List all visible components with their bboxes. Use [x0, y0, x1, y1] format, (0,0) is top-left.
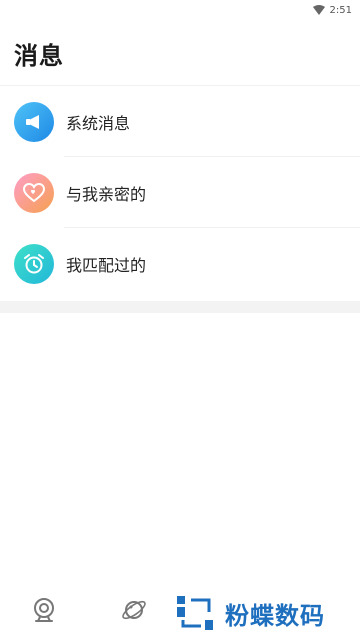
watermark: 粉蝶数码	[175, 594, 325, 632]
planet-icon[interactable]	[120, 596, 148, 624]
list-item-intimate[interactable]: 与我亲密的	[0, 157, 360, 228]
heart-icon	[14, 172, 54, 213]
wifi-icon	[312, 5, 325, 15]
section-gap	[0, 301, 360, 313]
list-item-label: 与我亲密的	[66, 184, 147, 204]
status-time: 2:51	[329, 4, 352, 16]
watermark-text: 粉蝶数码	[225, 601, 325, 630]
camera-icon[interactable]	[30, 596, 58, 624]
list-item-label: 系统消息	[66, 113, 131, 133]
message-list: 系统消息 与我亲密的 我匹配过的	[0, 86, 360, 299]
list-item-matched[interactable]: 我匹配过的	[0, 228, 360, 299]
watermark-logo	[177, 596, 213, 630]
list-item-label: 我匹配过的	[66, 255, 147, 275]
megaphone-icon	[14, 101, 54, 142]
page-title: 消息	[14, 42, 64, 70]
alarm-clock-icon	[14, 243, 54, 284]
list-item-system-messages[interactable]: 系统消息	[0, 86, 360, 157]
status-bar: 2:51	[0, 0, 360, 20]
